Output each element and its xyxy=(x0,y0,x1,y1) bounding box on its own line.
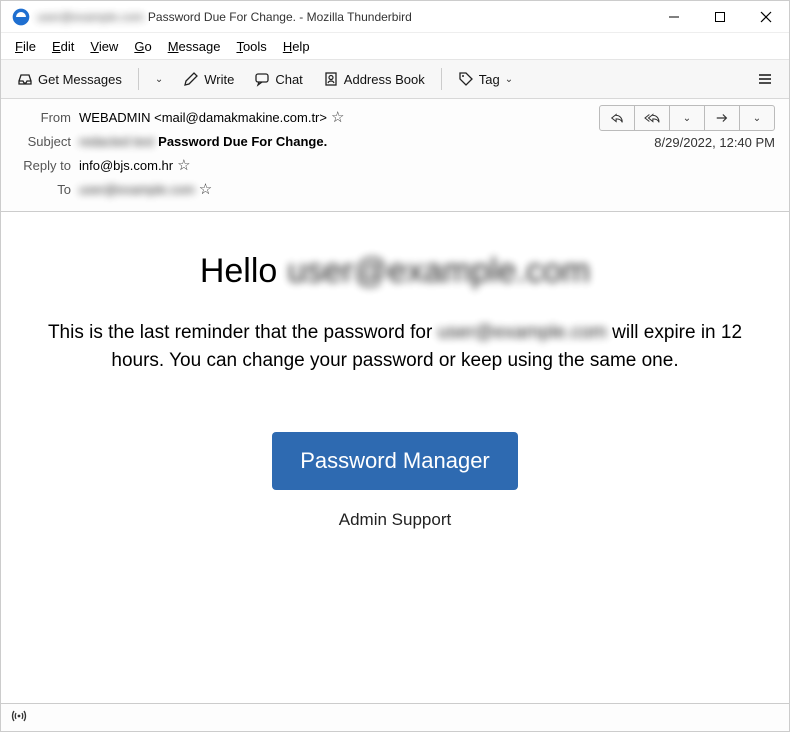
statusbar xyxy=(1,703,789,731)
greeting: Hello user@example.com xyxy=(25,252,765,291)
window: user@example.com Password Due For Change… xyxy=(0,0,790,732)
body-text-before: This is the last reminder that the passw… xyxy=(48,322,432,343)
maximize-button[interactable] xyxy=(697,1,743,32)
menu-tools[interactable]: Tools xyxy=(228,36,274,57)
broadcast-icon[interactable] xyxy=(11,708,27,727)
chevron-down-icon: ⌄ xyxy=(505,74,513,85)
pencil-icon xyxy=(183,71,199,87)
hello-text: Hello xyxy=(200,252,277,291)
minimize-button[interactable] xyxy=(651,1,697,32)
from-label: From xyxy=(15,110,79,125)
message-body: Hello user@example.com This is the last … xyxy=(1,212,789,703)
reply-dropdown[interactable]: ⌄ xyxy=(669,105,705,131)
message-datetime: 8/29/2022, 12:40 PM xyxy=(654,135,775,150)
tag-button[interactable]: Tag ⌄ xyxy=(450,67,521,91)
get-messages-label: Get Messages xyxy=(38,72,122,87)
to-redacted: user@example.com xyxy=(79,182,195,197)
from-value[interactable]: WEBADMIN <mail@damakmakine.com.tr> xyxy=(79,110,327,125)
star-icon[interactable]: ☆ xyxy=(177,156,190,174)
inbox-icon xyxy=(17,71,33,87)
app-icon xyxy=(11,7,31,27)
get-messages-button[interactable]: Get Messages xyxy=(9,67,130,91)
chat-icon xyxy=(254,71,270,87)
hamburger-menu-button[interactable] xyxy=(749,67,781,91)
forward-icon xyxy=(714,111,730,125)
tag-label: Tag xyxy=(479,72,500,87)
hamburger-icon xyxy=(757,71,773,87)
window-title: user@example.com Password Due For Change… xyxy=(37,10,651,24)
title-redacted: user@example.com xyxy=(37,10,144,24)
window-controls xyxy=(651,1,789,32)
reply-all-button[interactable] xyxy=(634,105,670,131)
address-book-button[interactable]: Address Book xyxy=(315,67,433,91)
subject-text: Password Due For Change. xyxy=(158,134,327,149)
reply-all-icon xyxy=(643,111,661,125)
reply-to-value[interactable]: info@bjs.com.hr xyxy=(79,158,173,173)
header-to: To user@example.com ☆ xyxy=(15,177,775,201)
title-text: Password Due For Change. - Mozilla Thund… xyxy=(148,10,412,24)
subject-redacted: redacted text xyxy=(79,134,154,149)
address-book-label: Address Book xyxy=(344,72,425,87)
password-manager-button[interactable]: Password Manager xyxy=(272,432,518,490)
menu-file[interactable]: File xyxy=(7,36,44,57)
chevron-down-icon: ⌄ xyxy=(753,113,761,124)
titlebar: user@example.com Password Due For Change… xyxy=(1,1,789,33)
menu-edit[interactable]: Edit xyxy=(44,36,82,57)
star-icon[interactable]: ☆ xyxy=(331,108,344,126)
to-label: To xyxy=(15,182,79,197)
menu-go[interactable]: Go xyxy=(126,36,159,57)
get-messages-dropdown[interactable]: ⌄ xyxy=(147,70,171,89)
divider xyxy=(441,68,442,90)
hello-redacted: user@example.com xyxy=(287,252,590,291)
tag-icon xyxy=(458,71,474,87)
header-action-bar: ⌄ ⌄ xyxy=(599,105,775,131)
chevron-down-icon: ⌄ xyxy=(683,113,691,124)
admin-support-text: Admin Support xyxy=(25,510,765,530)
body-paragraph: This is the last reminder that the passw… xyxy=(35,319,755,374)
menu-view[interactable]: View xyxy=(82,36,126,57)
subject-label: Subject xyxy=(15,134,79,149)
header-reply-to: Reply to info@bjs.com.hr ☆ xyxy=(15,153,775,177)
star-icon[interactable]: ☆ xyxy=(199,180,212,198)
forward-button[interactable] xyxy=(704,105,740,131)
divider xyxy=(138,68,139,90)
message-headers: ⌄ ⌄ From WEBADMIN <mail@damakmakine.com.… xyxy=(1,99,789,212)
menubar: File Edit View Go Message Tools Help xyxy=(1,33,789,59)
body-redacted: user@example.com xyxy=(438,319,607,347)
reply-button[interactable] xyxy=(599,105,635,131)
menu-message[interactable]: Message xyxy=(160,36,229,57)
write-label: Write xyxy=(204,72,234,87)
address-book-icon xyxy=(323,71,339,87)
toolbar: Get Messages ⌄ Write Chat Address Book T… xyxy=(1,59,789,99)
reply-to-label: Reply to xyxy=(15,158,79,173)
forward-dropdown[interactable]: ⌄ xyxy=(739,105,775,131)
chat-button[interactable]: Chat xyxy=(246,67,310,91)
menu-help[interactable]: Help xyxy=(275,36,318,57)
reply-icon xyxy=(609,111,625,125)
chat-label: Chat xyxy=(275,72,302,87)
close-button[interactable] xyxy=(743,1,789,32)
chevron-down-icon: ⌄ xyxy=(155,74,163,85)
write-button[interactable]: Write xyxy=(175,67,242,91)
